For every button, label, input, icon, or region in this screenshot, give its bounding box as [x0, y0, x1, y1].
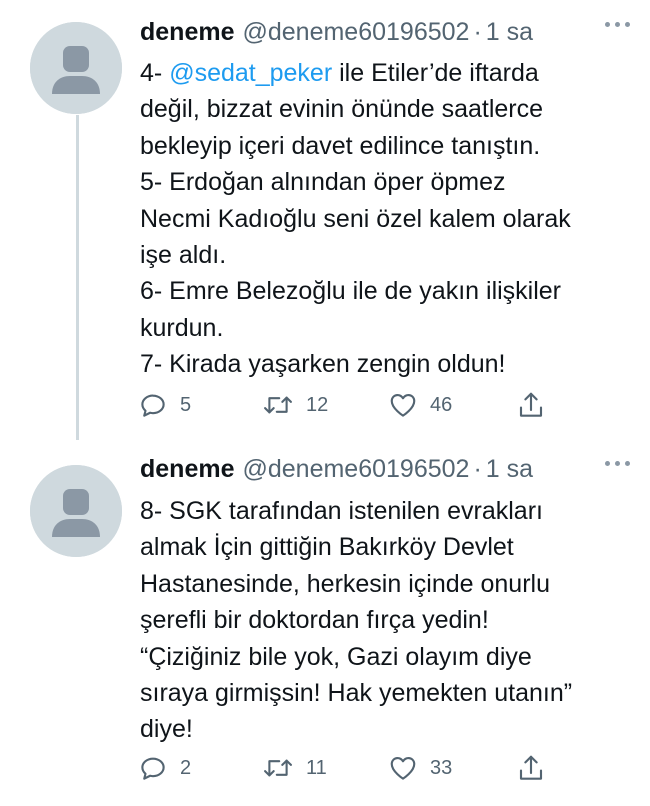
reply-button[interactable]: 5: [138, 388, 191, 422]
more-dot: [625, 461, 630, 466]
share-button[interactable]: [516, 388, 546, 422]
tweet-actions: 2 11 33: [138, 751, 558, 785]
more-icon[interactable]: [605, 22, 630, 27]
default-avatar-icon: [30, 22, 122, 114]
heart-icon: [390, 756, 416, 780]
tweet-line: kurdun.: [140, 313, 224, 342]
user-handle[interactable]: @deneme60196502: [242, 455, 469, 484]
retweet-icon: [264, 396, 292, 414]
list-prefix: 4-: [140, 59, 170, 87]
more-icon[interactable]: [605, 461, 630, 466]
tweet-line: bekleyip içeri davet edilince tanıştın.: [140, 131, 541, 160]
timestamp[interactable]: 1 sa: [486, 455, 533, 484]
share-button[interactable]: [516, 751, 546, 785]
tweet[interactable]: deneme @deneme60196502 · 1 sa 4- @sedat_…: [0, 0, 650, 445]
tweet-line: şerefli bir doktordan fırça yedin!: [140, 606, 489, 635]
line-text: ile Etiler’de iftarda: [332, 59, 539, 87]
avatar[interactable]: [30, 465, 122, 557]
reply-button[interactable]: 2: [138, 751, 191, 785]
retweet-button[interactable]: 12: [262, 388, 328, 422]
share-icon: [519, 755, 543, 780]
tweet-line: 4- @sedat_peker ile Etiler’de iftarda: [140, 55, 630, 91]
tweet-line: diye!: [140, 715, 193, 744]
tweet-text: 8- SGK tarafından istenilen evrakları al…: [140, 493, 630, 748]
retweet-button[interactable]: 11: [262, 751, 327, 785]
retweet-icon: [264, 759, 292, 777]
tweet-line: 8- SGK tarafından istenilen evrakları: [140, 497, 543, 525]
like-button[interactable]: 33: [388, 751, 452, 785]
reply-icon: [141, 757, 165, 780]
share-icon: [519, 392, 543, 417]
separator-dot: ·: [473, 18, 482, 46]
user-handle[interactable]: @deneme60196502: [242, 18, 469, 47]
tweet-header: deneme @deneme60196502 · 1 sa: [140, 18, 533, 50]
tweet-line: değil, bizzat evinin önünde saatlerce: [140, 95, 544, 124]
default-avatar-icon: [30, 465, 122, 557]
separator-dot: ·: [473, 455, 482, 483]
tweet-header: deneme @deneme60196502 · 1 sa: [140, 455, 533, 487]
more-dot: [605, 461, 610, 466]
more-dot: [625, 22, 630, 27]
retweet-count: 11: [306, 756, 327, 779]
tweet[interactable]: deneme @deneme60196502 · 1 sa 8- SGK tar…: [0, 445, 650, 806]
display-name[interactable]: deneme: [140, 455, 234, 484]
like-count: 46: [430, 393, 453, 416]
retweet-count: 12: [306, 393, 329, 416]
tweet-actions: 5 12 46: [138, 388, 558, 422]
reply-icon: [141, 394, 165, 417]
tweet-line: almak İçin gittiğin Bakırköy Devlet: [140, 533, 514, 562]
more-dot: [605, 22, 610, 27]
tweet-line: “Çiziğiniz bile yok, Gazi olayım diye: [140, 642, 532, 671]
reply-count: 5: [180, 393, 192, 416]
tweet-line: 6- Emre Belezoğlu ile de yakın ilişkiler: [140, 277, 562, 306]
tweet-line: 7- Kirada yaşarken zengin oldun!: [140, 350, 506, 379]
tweet-line: Necmi Kadıoğlu seni özel kalem olarak: [140, 204, 571, 233]
display-name[interactable]: deneme: [140, 18, 234, 47]
timestamp[interactable]: 1 sa: [486, 18, 533, 47]
like-button[interactable]: 46: [388, 388, 452, 422]
tweet-line: işe aldı.: [140, 241, 227, 270]
heart-icon: [390, 393, 416, 417]
more-dot: [615, 461, 620, 466]
reply-count: 2: [180, 756, 192, 779]
more-dot: [615, 22, 620, 27]
tweet-line: sıraya girmişsin! Hak yemekten utanın”: [140, 679, 573, 708]
tweet-text: 4- @sedat_peker ile Etiler’de iftarda de…: [140, 55, 630, 383]
mention-link[interactable]: @sedat_peker: [169, 59, 332, 87]
avatar[interactable]: [30, 22, 122, 114]
like-count: 33: [430, 756, 453, 779]
tweet-line: 5- Erdoğan alnından öper öpmez: [140, 168, 506, 197]
tweet-line: Hastanesinde, herkesin içinde onurlu: [140, 569, 550, 598]
